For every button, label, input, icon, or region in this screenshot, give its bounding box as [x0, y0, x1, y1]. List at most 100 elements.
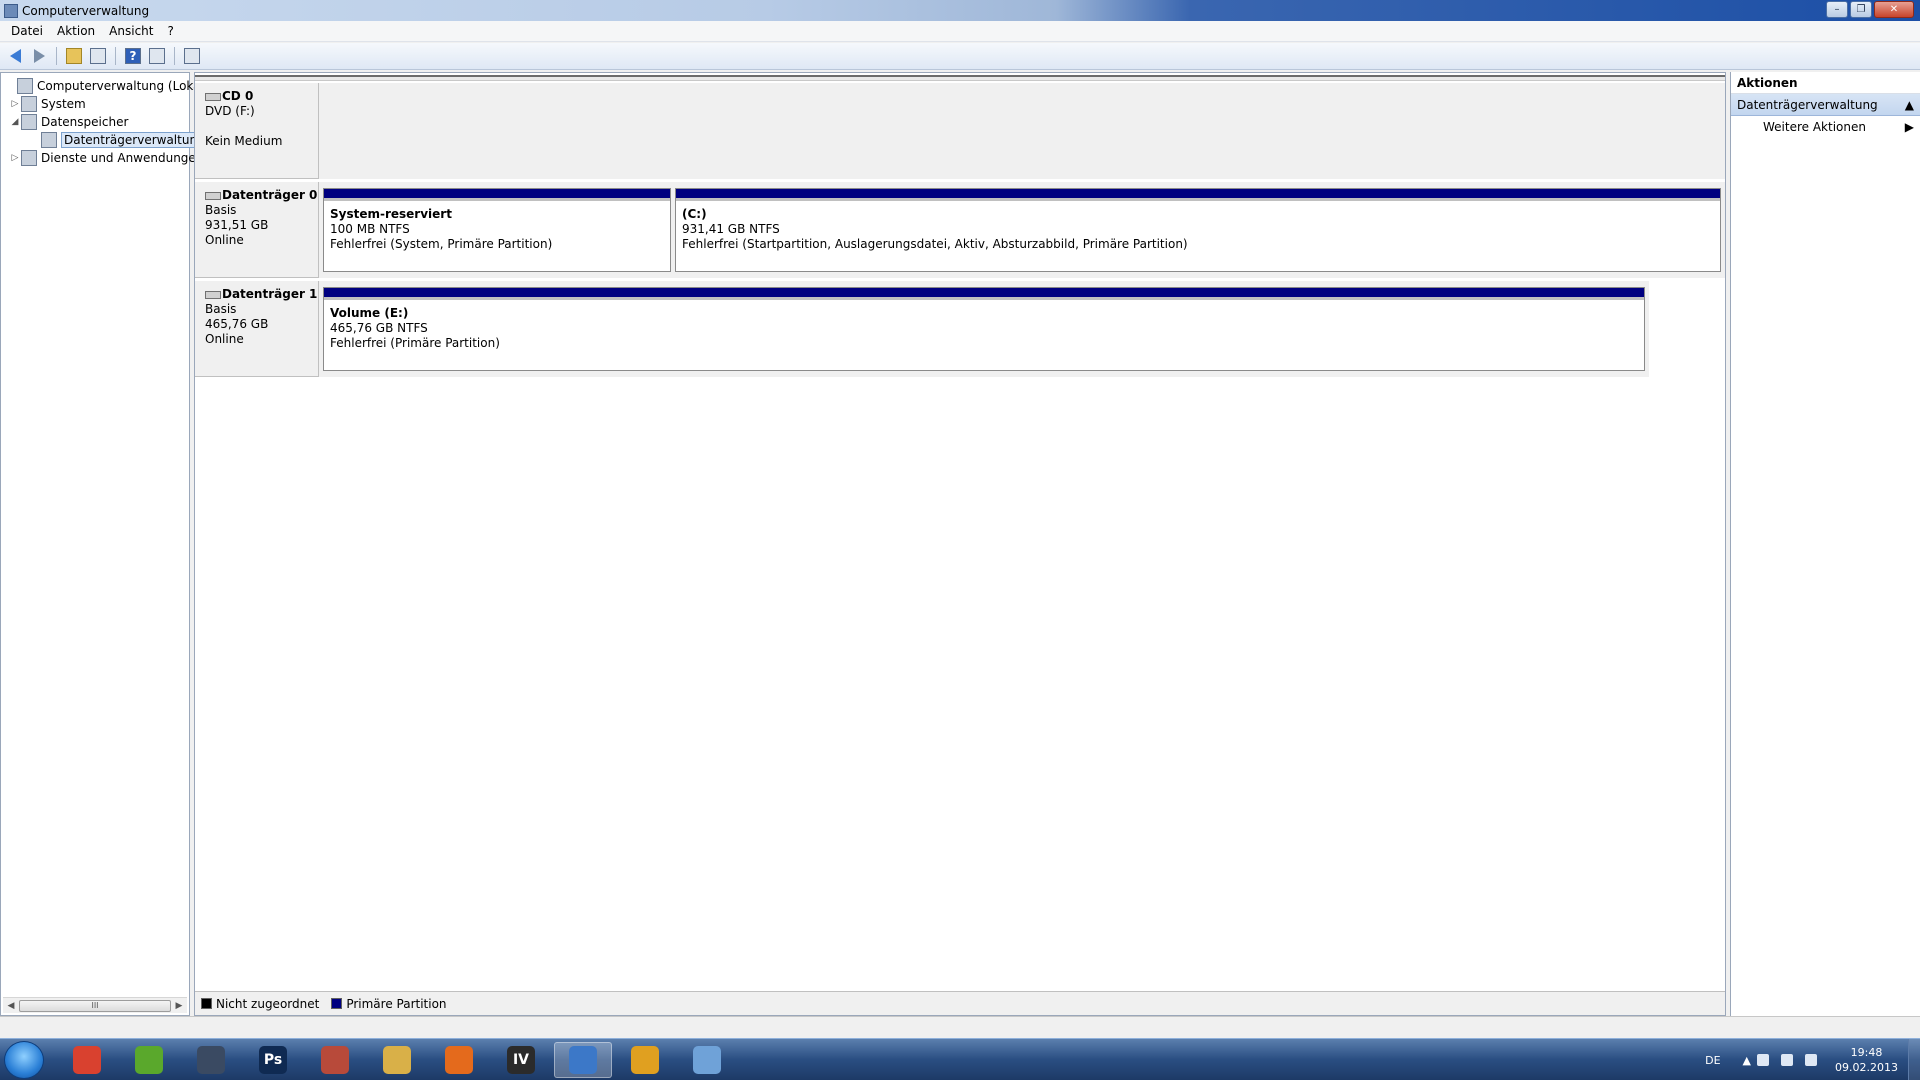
taskbar-button[interactable]: IV: [492, 1042, 550, 1078]
action-center-flag-icon[interactable]: [1757, 1054, 1770, 1066]
storage-icon: [21, 114, 37, 130]
taskbar-button[interactable]: [616, 1042, 674, 1078]
scroll-thumb[interactable]: III: [19, 999, 171, 1012]
tree-item-system[interactable]: ▷ System: [9, 95, 86, 113]
back-arrow-icon: [9, 49, 21, 63]
minimize-button[interactable]: –: [1826, 1, 1848, 18]
disk-row-disk0[interactable]: Datenträger 0 Basis 931,51 GB Online Sys…: [195, 182, 1725, 278]
toolbar-separator: [56, 47, 57, 65]
disk-content-empty: [319, 83, 1725, 179]
actions-item-label: Weitere Aktionen: [1763, 120, 1866, 134]
show-hide-tree-button[interactable]: [87, 45, 109, 67]
legend-item-unallocated: Nicht zugeordnet: [201, 997, 319, 1011]
taskbar-button[interactable]: Ps: [244, 1042, 302, 1078]
show-hidden-icons-icon[interactable]: ▲: [1743, 1054, 1751, 1067]
help-button[interactable]: ?: [122, 45, 144, 67]
collapse-arrow-icon[interactable]: ◢: [9, 117, 21, 127]
volume-list-divider[interactable]: [195, 75, 1725, 81]
cd-drive-icon: [205, 92, 221, 101]
actions-item-weitere-aktionen[interactable]: Weitere Aktionen ▶: [1731, 116, 1920, 138]
partition-c-drive[interactable]: (C:) 931,41 GB NTFS Fehlerfrei (Startpar…: [675, 188, 1721, 272]
disk-label[interactable]: Datenträger 0 Basis 931,51 GB Online: [195, 182, 319, 278]
disk-content: System-reserviert 100 MB NTFS Fehlerfrei…: [319, 182, 1725, 278]
taskbar-button[interactable]: [120, 1042, 178, 1078]
taskbar-button[interactable]: [306, 1042, 364, 1078]
taskbar-button[interactable]: [678, 1042, 736, 1078]
tree-item-computer-management[interactable]: Computerverwaltung (Lokal): [5, 77, 209, 95]
disk-label[interactable]: CD 0 DVD (F:) Kein Medium: [195, 83, 319, 179]
show-desktop-button[interactable]: [1908, 1039, 1920, 1080]
disk-type: DVD (F:): [205, 104, 255, 118]
disk-area: CD 0 DVD (F:) Kein Medium Datenträger 0 …: [195, 83, 1725, 383]
collapse-up-icon[interactable]: ▲: [1905, 94, 1914, 115]
close-button[interactable]: ✕: [1874, 1, 1914, 18]
expand-arrow-icon[interactable]: ▷: [9, 99, 21, 109]
disk-size: 465,76 GB: [205, 317, 269, 331]
menu-datei[interactable]: Datei: [4, 21, 50, 42]
disk-name: CD 0: [222, 89, 254, 103]
scroll-right-icon[interactable]: ▶: [171, 1001, 187, 1011]
disk-row-cd0[interactable]: CD 0 DVD (F:) Kein Medium: [195, 83, 1725, 179]
scroll-left-icon[interactable]: ◀: [3, 1001, 19, 1011]
media-icon: [631, 1046, 659, 1074]
taskbar-button[interactable]: [368, 1042, 426, 1078]
partition-name: Volume (E:): [330, 306, 409, 320]
clock[interactable]: 19:48 09.02.2013: [1835, 1045, 1898, 1075]
chrome-icon: [73, 1046, 101, 1074]
disk-status: Kein Medium: [205, 134, 283, 148]
back-button[interactable]: [4, 45, 26, 67]
forward-arrow-icon: [33, 49, 45, 63]
tree-item-datenspeicher[interactable]: ◢ Datenspeicher: [9, 113, 128, 131]
spotify-icon: [135, 1046, 163, 1074]
disk-status: Online: [205, 233, 244, 247]
menu-help[interactable]: ?: [160, 21, 180, 42]
show-hide-actions-button[interactable]: [146, 45, 168, 67]
gta-iv-icon: IV: [507, 1046, 535, 1074]
actions-header: Aktionen: [1731, 72, 1920, 94]
disk-label[interactable]: Datenträger 1 Basis 465,76 GB Online: [195, 281, 319, 377]
volume-icon[interactable]: [1805, 1054, 1818, 1066]
network-icon[interactable]: [1781, 1054, 1794, 1066]
actions-section-datentraegerverwaltung[interactable]: Datenträgerverwaltung ▲: [1731, 94, 1920, 116]
restore-button[interactable]: ❐: [1850, 1, 1872, 18]
tree-item-datentraegerverwaltung[interactable]: Datenträgerverwaltung: [29, 131, 208, 149]
disk-size: [205, 119, 318, 134]
disk-name: Datenträger 0: [222, 188, 318, 202]
steam-icon: [197, 1046, 225, 1074]
tree-horizontal-scrollbar[interactable]: ◀ III ▶: [3, 997, 187, 1013]
partition-size: 465,76 GB NTFS: [330, 321, 428, 335]
status-bar: [0, 1016, 1920, 1038]
menu-aktion[interactable]: Aktion: [50, 21, 102, 42]
computer-management-icon: [4, 3, 18, 18]
taskbar-button[interactable]: [430, 1042, 488, 1078]
taskbar-button[interactable]: [58, 1042, 116, 1078]
services-icon: [21, 150, 37, 166]
console-tree: Computerverwaltung (Lokal) ▷ System ◢ Da…: [0, 72, 209, 1016]
partition-name: (C:): [682, 207, 707, 221]
partition-system-reserved[interactable]: System-reserviert 100 MB NTFS Fehlerfrei…: [323, 188, 671, 272]
partition-status: Fehlerfrei (Startpartition, Auslagerungs…: [682, 237, 1188, 251]
partition-status: Fehlerfrei (System, Primäre Partition): [330, 237, 553, 251]
disk-size: 931,51 GB: [205, 218, 269, 232]
disk-name: Datenträger 1: [222, 287, 318, 301]
tree-item-dienste[interactable]: ▷ Dienste und Anwendungen: [9, 149, 203, 167]
disk-content: Volume (E:) 465,76 GB NTFS Fehlerfrei (P…: [319, 281, 1649, 377]
help-icon: ?: [125, 48, 141, 64]
legend-item-primary: Primäre Partition: [331, 997, 447, 1011]
window-controls: – ❐ ✕: [1826, 1, 1914, 18]
actions-section-label: Datenträgerverwaltung: [1737, 98, 1878, 112]
start-button[interactable]: [4, 1041, 44, 1079]
partition-size: 100 MB NTFS: [330, 222, 410, 236]
partition-e-drive[interactable]: Volume (E:) 465,76 GB NTFS Fehlerfrei (P…: [323, 287, 1645, 371]
taskbar-button[interactable]: [554, 1042, 612, 1078]
window-title: Computerverwaltung: [22, 3, 150, 18]
up-folder-button[interactable]: [63, 45, 85, 67]
properties-button[interactable]: [181, 45, 203, 67]
expand-arrow-icon[interactable]: ▷: [9, 153, 21, 163]
disk-row-disk1[interactable]: Datenträger 1 Basis 465,76 GB Online Vol…: [195, 281, 1725, 377]
forward-button[interactable]: [28, 45, 50, 67]
explorer-icon: [383, 1046, 411, 1074]
menu-ansicht[interactable]: Ansicht: [102, 21, 160, 42]
taskbar-button[interactable]: [182, 1042, 240, 1078]
language-indicator[interactable]: DE: [1705, 1054, 1720, 1067]
